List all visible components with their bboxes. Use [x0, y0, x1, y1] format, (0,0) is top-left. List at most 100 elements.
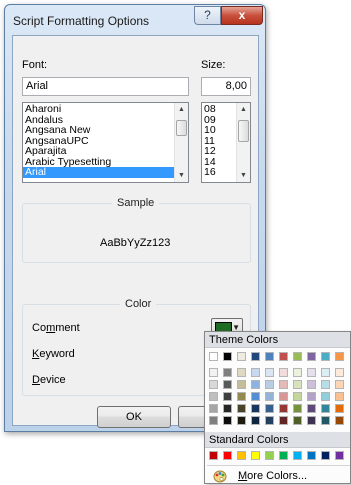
- close-button[interactable]: x: [221, 6, 263, 25]
- theme-shade-swatch[interactable]: [335, 368, 344, 377]
- theme-shade-swatch[interactable]: [307, 380, 316, 389]
- theme-color-swatch[interactable]: [237, 352, 246, 361]
- theme-shade-swatch[interactable]: [251, 380, 260, 389]
- theme-shade-swatch[interactable]: [209, 404, 218, 413]
- theme-color-swatch[interactable]: [335, 352, 344, 361]
- theme-shade-swatch[interactable]: [251, 392, 260, 401]
- theme-shade-swatch[interactable]: [279, 404, 288, 413]
- theme-shade-swatch[interactable]: [209, 368, 218, 377]
- theme-shade-swatch[interactable]: [265, 380, 274, 389]
- theme-shade-swatch[interactable]: [335, 392, 344, 401]
- theme-shade-swatch[interactable]: [265, 392, 274, 401]
- theme-shade-swatch[interactable]: [265, 368, 274, 377]
- theme-shade-swatch[interactable]: [321, 392, 330, 401]
- font-list-item[interactable]: Aparajita: [23, 146, 188, 157]
- standard-color-swatch[interactable]: [307, 451, 316, 460]
- standard-color-swatch[interactable]: [335, 451, 344, 460]
- theme-shade-swatch[interactable]: [279, 380, 288, 389]
- font-list-item[interactable]: Angsana New: [23, 125, 188, 136]
- sample-legend: Sample: [112, 197, 160, 209]
- theme-shade-swatch[interactable]: [251, 416, 260, 425]
- theme-shade-swatch[interactable]: [209, 392, 218, 401]
- help-icon: ?: [204, 8, 211, 22]
- font-input[interactable]: Arial: [22, 77, 189, 96]
- font-list-item[interactable]: Arial: [23, 167, 188, 178]
- theme-shade-swatch[interactable]: [335, 404, 344, 413]
- scroll-down-icon[interactable]: ▼: [237, 169, 250, 182]
- more-colors-rest: ore Colors...: [247, 470, 308, 482]
- close-icon: x: [238, 8, 246, 22]
- font-list-scrollbar[interactable]: ▲ ▼: [174, 103, 188, 182]
- theme-shade-swatch[interactable]: [307, 368, 316, 377]
- size-list[interactable]: 08 09 10 11 12 14 16 ▲ ▼: [201, 102, 251, 183]
- standard-color-swatch[interactable]: [279, 451, 288, 460]
- size-list-scrollbar[interactable]: ▲ ▼: [236, 103, 250, 182]
- standard-color-swatch[interactable]: [237, 451, 246, 460]
- scroll-thumb[interactable]: [238, 120, 249, 142]
- theme-shade-swatch[interactable]: [321, 416, 330, 425]
- theme-color-swatch[interactable]: [293, 352, 302, 361]
- standard-color-swatch[interactable]: [209, 451, 218, 460]
- theme-shade-swatch[interactable]: [209, 416, 218, 425]
- theme-shade-swatch[interactable]: [321, 404, 330, 413]
- theme-shade-swatch[interactable]: [237, 380, 246, 389]
- standard-color-swatch[interactable]: [321, 451, 330, 460]
- scroll-up-icon[interactable]: ▲: [237, 103, 250, 116]
- scroll-down-icon[interactable]: ▼: [175, 169, 188, 182]
- font-list-item[interactable]: Aharoni: [23, 104, 188, 115]
- theme-shade-swatch[interactable]: [321, 380, 330, 389]
- standard-color-swatch[interactable]: [223, 451, 232, 460]
- theme-shade-swatch[interactable]: [237, 368, 246, 377]
- theme-shade-swatch[interactable]: [293, 392, 302, 401]
- theme-shade-swatch[interactable]: [265, 404, 274, 413]
- standard-color-swatch[interactable]: [265, 451, 274, 460]
- theme-shade-swatch[interactable]: [307, 416, 316, 425]
- theme-shade-swatch[interactable]: [223, 404, 232, 413]
- ok-button[interactable]: OK: [97, 406, 171, 428]
- theme-shade-swatch[interactable]: [223, 416, 232, 425]
- theme-shade-swatch[interactable]: [293, 380, 302, 389]
- title-bar[interactable]: Script Formatting Options ? x: [5, 5, 265, 35]
- standard-color-swatch[interactable]: [251, 451, 260, 460]
- theme-shade-swatch[interactable]: [279, 368, 288, 377]
- font-list-item[interactable]: Arabic Typesetting: [23, 156, 188, 168]
- theme-shade-swatch[interactable]: [335, 380, 344, 389]
- popup-divider: [207, 465, 350, 466]
- theme-color-swatch[interactable]: [223, 352, 232, 361]
- theme-shade-swatch[interactable]: [251, 368, 260, 377]
- theme-color-swatch[interactable]: [321, 352, 330, 361]
- theme-shade-swatch[interactable]: [237, 392, 246, 401]
- standard-color-swatch[interactable]: [293, 451, 302, 460]
- theme-shade-swatch[interactable]: [335, 416, 344, 425]
- theme-shade-swatch[interactable]: [209, 380, 218, 389]
- theme-shade-swatch[interactable]: [307, 404, 316, 413]
- theme-shade-swatch[interactable]: [293, 404, 302, 413]
- theme-color-swatch[interactable]: [265, 352, 274, 361]
- scroll-thumb[interactable]: [176, 120, 187, 136]
- theme-shade-swatch[interactable]: [293, 416, 302, 425]
- font-list[interactable]: Aharoni Andalus Angsana New AngsanaUPC Apara…: [22, 102, 189, 183]
- theme-shade-swatch[interactable]: [223, 368, 232, 377]
- theme-shade-swatch[interactable]: [321, 368, 330, 377]
- theme-shade-swatch[interactable]: [279, 392, 288, 401]
- size-input[interactable]: 8,00: [201, 77, 251, 96]
- color-picker-popup: Theme Colors Standard Colors More Colors…: [204, 331, 351, 484]
- theme-shade-swatch[interactable]: [265, 416, 274, 425]
- more-colors-label: More Colors...: [238, 470, 308, 482]
- theme-color-swatch[interactable]: [307, 352, 316, 361]
- help-button[interactable]: ?: [194, 6, 221, 25]
- theme-shade-swatch[interactable]: [279, 416, 288, 425]
- more-colors-button[interactable]: More Colors...: [205, 468, 350, 485]
- theme-shade-swatch[interactable]: [223, 392, 232, 401]
- theme-color-swatch[interactable]: [209, 352, 218, 361]
- theme-shade-swatch[interactable]: [307, 392, 316, 401]
- theme-color-swatch[interactable]: [279, 352, 288, 361]
- theme-shade-swatch[interactable]: [251, 404, 260, 413]
- scroll-up-icon[interactable]: ▲: [175, 103, 188, 116]
- font-label: Font:: [22, 59, 48, 71]
- theme-shade-swatch[interactable]: [223, 380, 232, 389]
- theme-shade-swatch[interactable]: [293, 368, 302, 377]
- theme-color-swatch[interactable]: [251, 352, 260, 361]
- theme-shade-swatch[interactable]: [237, 404, 246, 413]
- theme-shade-swatch[interactable]: [237, 416, 246, 425]
